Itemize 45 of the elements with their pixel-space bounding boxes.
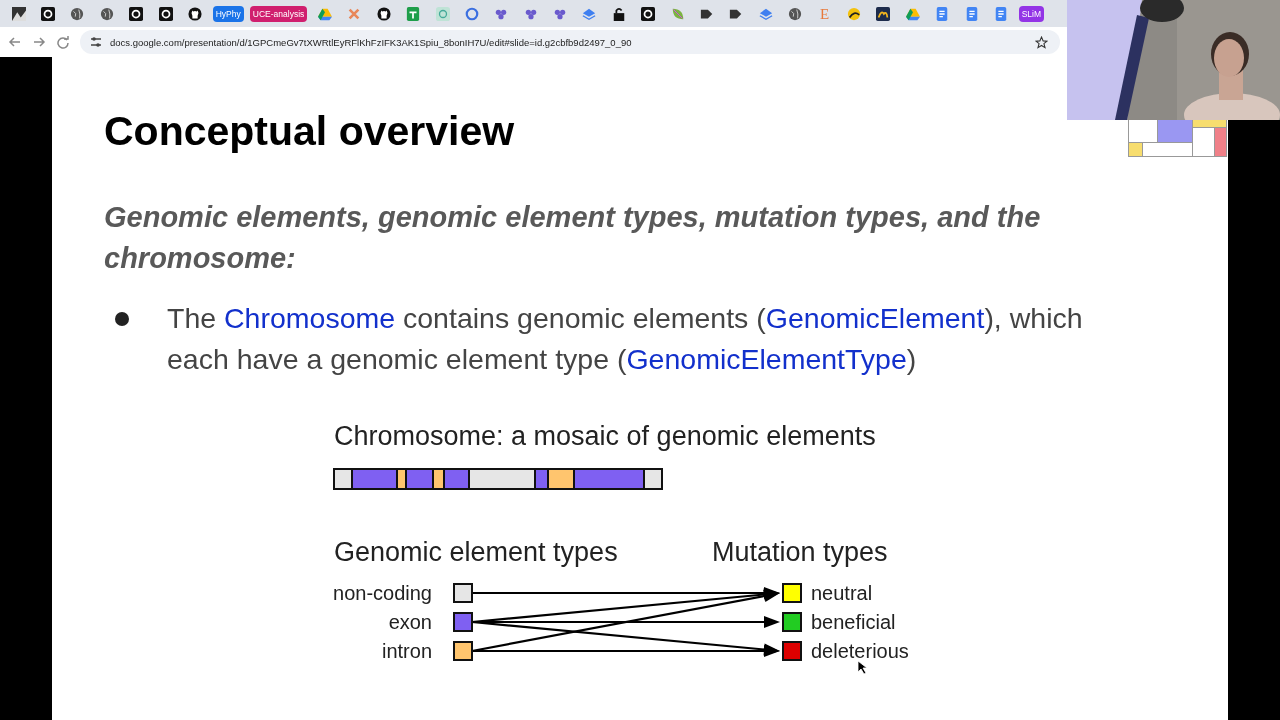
spreadsheet-icon[interactable] <box>406 6 421 21</box>
slide-title: Conceptual overview <box>104 111 515 151</box>
leaf-icon[interactable] <box>670 6 685 21</box>
mouse-pointer-icon <box>857 660 868 675</box>
bullet-text: The Chromosome contains genomic elements (GenomicElement), which each have a genomic element type (GenomicElementType) <box>167 301 1084 377</box>
element-type-label: intron <box>381 640 432 662</box>
star-icon[interactable] <box>1035 35 1048 49</box>
back-icon[interactable] <box>8 35 22 49</box>
globe-icon[interactable] <box>788 6 803 21</box>
mutation-type-label: beneficial <box>811 611 896 633</box>
triangle-icon[interactable] <box>317 6 332 21</box>
lock-icon[interactable] <box>611 6 626 21</box>
bullet-icon <box>115 312 129 326</box>
forward-icon[interactable] <box>32 35 46 49</box>
diagram-heading: Mutation types <box>712 537 888 567</box>
square-logo-icon[interactable] <box>876 6 891 21</box>
address-field[interactable]: docs.google.com/presentation/d/1GPCmeGv7tXWRtlEyRFlKhFzIFK3AK1Spiu_8bonIH7U/edit#slide=id.g2cbfb9d2497_0_90 <box>80 30 1060 54</box>
reload-icon[interactable] <box>56 35 70 49</box>
triangle-icon[interactable] <box>905 6 920 21</box>
element-type-label: exon <box>388 611 432 633</box>
document-icon[interactable] <box>935 6 950 21</box>
globe-icon[interactable] <box>99 6 114 21</box>
diagram-heading: Genomic element types <box>334 537 618 567</box>
ring-icon[interactable] <box>464 6 479 21</box>
grid-icon[interactable] <box>435 6 450 21</box>
document-icon[interactable] <box>993 6 1008 21</box>
mutation-type-label: deleterious <box>811 640 909 662</box>
bookmark-chip[interactable]: HyPhy <box>212 5 244 22</box>
layers-icon[interactable] <box>582 6 597 21</box>
element-type-label: non-coding <box>333 582 432 604</box>
ball-icon[interactable] <box>847 6 861 21</box>
slide-subtitle: Genomic elements, genomic element types, mutation types, and the chromosome: <box>104 200 1042 276</box>
bookmark-chip[interactable]: UCE-analysis <box>249 5 308 22</box>
circle-logo-icon[interactable] <box>158 6 173 21</box>
circle-logo-icon[interactable] <box>41 6 56 21</box>
diagram-heading: Chromosome: a mosaic of genomic elements <box>334 421 876 451</box>
layers-icon[interactable] <box>758 6 773 21</box>
photo-icon[interactable] <box>11 6 26 21</box>
circle-logo-icon[interactable] <box>641 6 656 21</box>
bookmark-chip[interactable]: SLiM <box>1018 5 1045 22</box>
tune-icon[interactable] <box>90 36 102 48</box>
globe-icon[interactable] <box>70 6 85 21</box>
document-icon[interactable] <box>964 6 979 21</box>
mutation-type-label: neutral <box>811 582 873 604</box>
circle-logo-icon[interactable] <box>129 6 144 21</box>
